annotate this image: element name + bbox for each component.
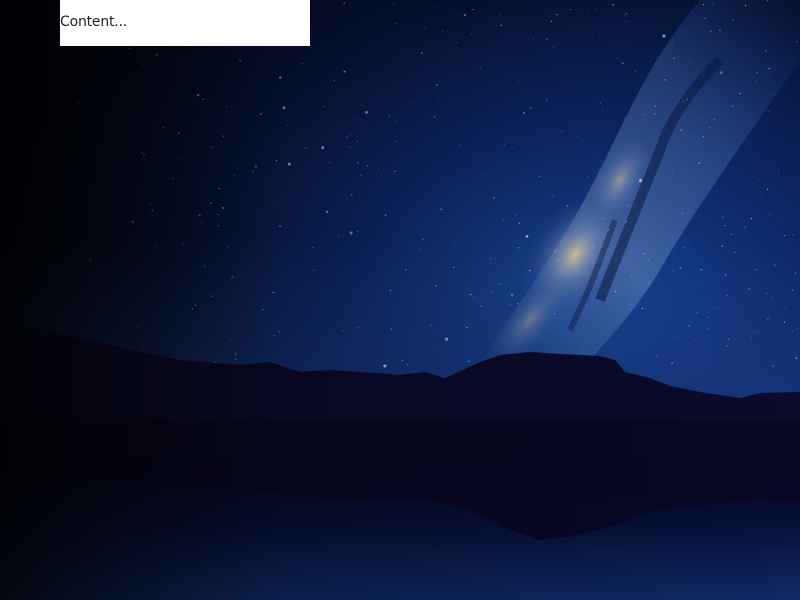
content-box: Content... (60, 0, 310, 46)
night-sky-background-image (0, 0, 800, 600)
content-text: Content... (60, 14, 128, 30)
background-scene: Content... (0, 0, 800, 600)
